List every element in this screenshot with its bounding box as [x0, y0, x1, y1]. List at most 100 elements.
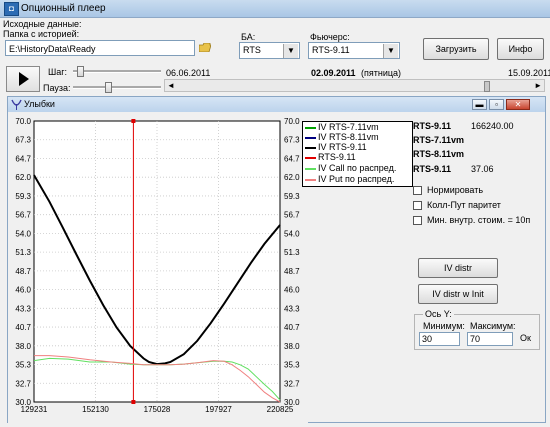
- play-icon: [19, 72, 29, 86]
- checkbox-box[interactable]: [413, 201, 422, 210]
- y-tick-label: 67.3: [15, 136, 31, 145]
- legend-label: IV RTS-9.11: [318, 142, 367, 152]
- y-tick-label-right: 70.0: [284, 117, 300, 126]
- info-name-2: RTS-8.11vm: [413, 149, 465, 159]
- window-titlebar: ◘ Опционный плеер: [0, 0, 550, 18]
- y-tick-label-right: 32.7: [284, 379, 300, 388]
- iv-distr-button[interactable]: IV distr: [418, 258, 498, 278]
- step-label: Шаг:: [48, 67, 68, 77]
- legend-item: IV Put по распред.: [305, 174, 394, 185]
- futures-label: Фьючерс:: [310, 32, 350, 42]
- y-tick-label-right: 59.3: [284, 192, 300, 201]
- legend-swatch: [305, 156, 316, 159]
- info-button[interactable]: Инфо: [497, 38, 544, 60]
- chevron-down-icon: ▼: [383, 44, 398, 58]
- futures-value: RTS-9.11: [312, 45, 350, 55]
- y-tick-label: 59.3: [15, 192, 31, 201]
- series-marker: [131, 119, 136, 123]
- checkbox-box[interactable]: [413, 216, 422, 225]
- series-marker: [131, 400, 136, 404]
- open-folder-icon[interactable]: [198, 42, 212, 53]
- legend-label: IV RTS-8.11vm: [318, 132, 379, 142]
- y-tick-label: 32.7: [15, 379, 31, 388]
- date-current: 02.09.2011: [311, 68, 356, 78]
- step-slider[interactable]: [73, 66, 161, 80]
- info-name-0: RTS-9.11: [413, 121, 452, 131]
- legend-swatch: [305, 178, 316, 181]
- y-tick-label: 46.0: [15, 286, 31, 295]
- y-tick-label: 70.0: [15, 117, 31, 126]
- ba-label: БА:: [241, 32, 256, 42]
- y-tick-label: 43.3: [15, 304, 31, 313]
- load-button[interactable]: Загрузить: [423, 38, 489, 60]
- max-label: Максимум:: [470, 321, 516, 331]
- y-tick-label-right: 40.7: [284, 323, 300, 332]
- scroll-right-icon[interactable]: ►: [534, 81, 542, 90]
- x-tick-label: 220825: [267, 405, 294, 414]
- info-value-0: 166240.00: [471, 121, 514, 131]
- legend-label: IV Put по распред.: [318, 174, 395, 184]
- pause-slider-thumb[interactable]: [105, 82, 112, 93]
- close-button[interactable]: ✕: [506, 99, 530, 110]
- ok-button[interactable]: Ок: [520, 333, 531, 343]
- chart-legend: IV RTS-7.11vm IV RTS-8.11vm IV RTS-9.11 …: [302, 121, 413, 187]
- ba-select[interactable]: RTS ▼: [239, 42, 300, 59]
- legend-swatch: [305, 126, 316, 129]
- y-max-value: 70: [470, 334, 481, 344]
- y-max-field[interactable]: 70: [467, 332, 513, 346]
- y-tick-label: 35.3: [15, 361, 31, 370]
- y-tick-label: 40.7: [15, 323, 31, 332]
- smile-chart: 70.0 67.3 64.7 62.0 59.3 56.7 54.0 51.3 48.7 46.0…: [8, 112, 308, 423]
- app-icon: ◘: [4, 2, 19, 16]
- scroll-left-icon[interactable]: ◄: [167, 81, 175, 90]
- smiles-window: Улыбки ▬ ▫ ✕ 70.0 67.3 64.7 62.0 59.3 56.7 54.…: [7, 96, 546, 423]
- y-axis-group-title: Ось Y:: [423, 309, 454, 319]
- y-tick-label: 38.0: [15, 342, 31, 351]
- info-name-3: RTS-9.11: [413, 164, 452, 174]
- pause-slider[interactable]: [73, 81, 161, 95]
- y-tick-label-right: 62.0: [284, 173, 300, 182]
- chevron-down-icon: ▼: [283, 44, 298, 58]
- legend-item: RTS-9.11: [305, 152, 356, 163]
- play-button[interactable]: [6, 66, 40, 92]
- smiles-titlebar: Улыбки ▬ ▫ ✕: [8, 97, 545, 112]
- maximize-button[interactable]: ▫: [489, 99, 504, 110]
- checkbox-box[interactable]: [413, 186, 422, 195]
- ba-value: RTS: [243, 45, 261, 55]
- y-tick-label-right: 48.7: [284, 267, 300, 276]
- futures-select[interactable]: RTS-9.11 ▼: [308, 42, 400, 59]
- legend-swatch: [305, 136, 316, 139]
- checkbox-label: Нормировать: [427, 185, 484, 195]
- y-tick-label: 62.0: [15, 173, 31, 182]
- folder-field[interactable]: E:\HistoryData\Ready: [5, 40, 195, 56]
- y-tick-label-right: 35.3: [284, 361, 300, 370]
- y-tick-label-right: 51.3: [284, 248, 300, 257]
- y-min-field[interactable]: 30: [419, 332, 460, 346]
- timeline-thumb[interactable]: [484, 81, 491, 92]
- iv-distr-init-button[interactable]: IV distr w Init: [418, 284, 498, 304]
- min-label: Минимум:: [423, 321, 465, 331]
- window-title: Опционный плеер: [21, 3, 106, 14]
- pause-label: Пауза:: [43, 83, 71, 93]
- y-tick-label: 56.7: [15, 211, 31, 220]
- source-heading: Исходные данные:: [3, 19, 82, 29]
- step-slider-thumb[interactable]: [77, 66, 84, 77]
- legend-item: IV Call по распред.: [305, 163, 396, 174]
- timeline-scrollbar[interactable]: ◄ ►: [164, 79, 545, 92]
- y-min-value: 30: [422, 334, 433, 344]
- checkbox-label: Мин. внутр. стоим. = 10п: [427, 215, 531, 225]
- folder-label: Папка с историей:: [3, 29, 80, 39]
- info-name-1: RTS-7.11vm: [413, 135, 465, 145]
- x-tick-label: 152130: [82, 405, 109, 414]
- y-axis-group: Ось Y: Минимум: Максимум: 30 70 Ок: [414, 309, 540, 350]
- date-start: 06.06.2011: [166, 68, 211, 78]
- x-tick-label: 175028: [144, 405, 171, 414]
- minimize-button[interactable]: ▬: [472, 99, 487, 110]
- x-tick-label: 129231: [21, 405, 48, 414]
- y-tick-label: 54.0: [15, 229, 31, 238]
- folder-value: E:\HistoryData\Ready: [9, 44, 96, 54]
- y-tick-label-right: 56.7: [284, 211, 300, 220]
- y-tick-label: 51.3: [15, 248, 31, 257]
- legend-label: IV RTS-7.11vm: [318, 122, 379, 132]
- x-tick-label: 197927: [205, 405, 232, 414]
